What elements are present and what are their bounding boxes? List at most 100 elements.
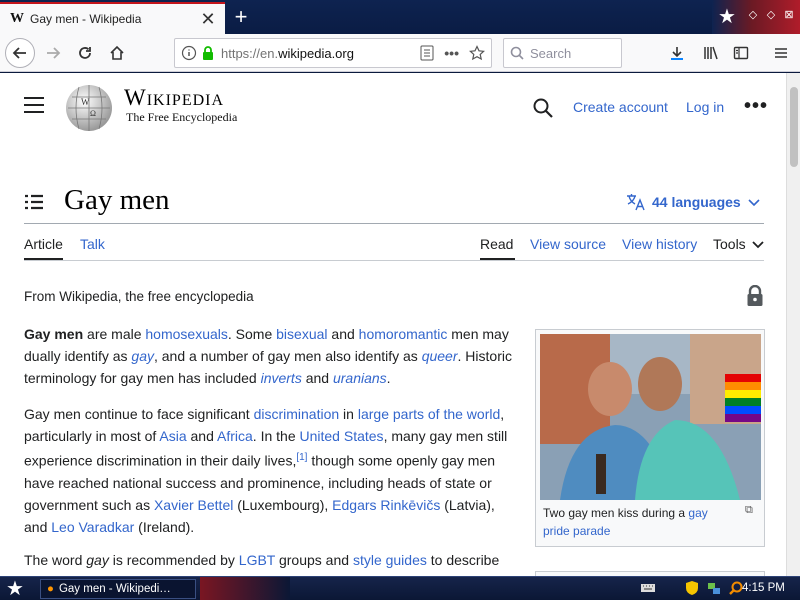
home-icon [110,45,124,60]
text: and [186,428,217,444]
hamburger-menu-icon [775,48,787,58]
network-icon[interactable] [706,580,722,596]
site-sub: From Wikipedia, the free encyclopedia [24,289,254,304]
log-in-link[interactable]: Log in [686,99,724,115]
link-gay[interactable]: gay [131,348,154,364]
bookmark-star-icon[interactable] [469,45,485,61]
tools-dropdown[interactable]: Tools [713,236,765,252]
text: and [301,370,333,386]
wikipedia-wordmark[interactable]: Wikipedia [124,85,224,111]
forward-button[interactable] [38,38,68,68]
text: (Ireland). [134,518,195,535]
close-window-icon[interactable]: ⊠ [782,8,796,22]
url-text[interactable]: https://en.wikipedia.org [221,46,420,61]
text: . [386,370,391,386]
tab-view-history[interactable]: View history [622,236,697,252]
os-taskbar: ★ ● Gay men - Wikipedi… 4:15 PM [0,576,800,600]
link-asia[interactable]: Asia [159,428,186,444]
link-bisexual[interactable]: bisexual [276,326,327,342]
link-inverts-text: inverts [260,370,302,386]
url-prefix: https://en. [221,45,279,61]
tab-view-source[interactable]: View source [530,236,606,252]
page-scrollbar[interactable] [786,73,800,576]
scrollbar-thumb[interactable] [790,87,798,167]
tab-article[interactable]: Article [24,236,63,252]
link-inverts[interactable]: inverts [261,370,302,386]
wikipedia-favicon-icon: W [10,11,24,26]
padlock-icon[interactable] [746,285,764,307]
text: , and a number of gay men also identify … [153,348,422,364]
link-queer[interactable]: queer [422,348,458,364]
main-menu-icon[interactable] [24,97,44,115]
svg-text:Ω: Ω [90,109,96,118]
svg-text:W: W [81,97,90,107]
downloads-button[interactable] [662,38,692,68]
languages-button[interactable]: 44 languages [626,193,761,211]
infobox: Two gay men kiss during a gay pride para… [535,329,765,547]
link-edgars-rinkevics[interactable]: Edgars Rinkēvičs [332,497,440,513]
table-of-contents-icon[interactable] [24,194,44,210]
new-tab-button[interactable]: + [228,4,254,30]
reload-button[interactable] [70,38,100,68]
home-button[interactable] [102,38,132,68]
search-placeholder: Search [530,45,572,61]
close-tab-icon[interactable]: ✕ [197,8,219,30]
search-icon[interactable] [532,97,554,119]
link-homoromantic[interactable]: homoromantic [359,326,448,342]
chevron-down-icon [748,199,760,207]
forward-arrow-icon [47,47,61,59]
back-button[interactable] [5,38,35,68]
maximize-icon[interactable]: ◇ [764,8,778,22]
app-menu-button[interactable] [766,38,796,68]
taskbar-item-firefox[interactable]: ● Gay men - Wikipedi… [40,579,196,599]
library-button[interactable] [696,38,726,68]
firefox-icon: ● [47,583,54,595]
info-icon[interactable] [181,45,197,61]
text: The word [24,552,87,568]
url-bar[interactable]: https://en.wikipedia.org ••• [174,38,492,68]
link-discrimination[interactable]: discrimination [254,406,340,422]
wikipedia-tagline: The Free Encyclopedia [126,110,238,124]
photo-illustration [540,334,761,500]
navigation-toolbar: https://en.wikipedia.org ••• Search [0,34,800,72]
link-large-parts[interactable]: large parts of the world [358,406,500,422]
more-options-icon[interactable]: ••• [744,95,768,118]
reader-view-icon[interactable] [420,45,434,61]
search-bar[interactable]: Search [503,38,622,68]
infobox-photo[interactable] [540,334,761,500]
link-lgbt[interactable]: LGBT [239,552,275,568]
tab-talk[interactable]: Talk [80,236,105,252]
text: are male [83,326,146,342]
wikipedia-page: W Ω Wikipedia The Free Encyclopedia Crea… [0,73,786,576]
link-style-guides[interactable]: style guides [353,552,427,568]
start-star-icon[interactable]: ★ [6,578,24,600]
link-homosexuals[interactable]: homosexuals [145,326,228,342]
link-uranians[interactable]: uranians [333,370,387,386]
library-icon [704,46,718,60]
window-controls: ◇ ◇ ⊠ [746,8,796,22]
taskbar-clock[interactable]: 4:15 PM [742,582,785,594]
create-account-link[interactable]: Create account [573,99,668,115]
minimize-icon[interactable]: ◇ [746,8,760,22]
text: in [339,406,358,422]
page-actions-icon[interactable]: ••• [444,45,459,61]
download-icon [671,47,683,60]
tab-read[interactable]: Read [480,236,513,252]
link-xavier-bettel[interactable]: Xavier Bettel [154,497,233,513]
back-arrow-icon [12,47,26,59]
security-shield-icon[interactable] [684,580,700,596]
citation-1[interactable]: [1] [296,452,307,463]
text: is recommended by [108,552,239,568]
link-leo-varadkar[interactable]: Leo Varadkar [51,519,134,535]
intro-paragraph-1: Gay men are male homosexuals. Some bisex… [24,323,514,389]
sidebar-button[interactable] [726,38,756,68]
search-icon [510,46,524,60]
link-united-states[interactable]: United States [300,428,384,444]
keyboard-icon[interactable] [640,580,656,596]
link-africa[interactable]: Africa [217,428,253,444]
tab-strip: W Gay men - Wikipedia ✕ + ★ ◇ ◇ ⊠ [0,0,800,34]
lock-icon[interactable] [201,45,215,61]
wikipedia-globe-logo-icon[interactable]: W Ω [64,83,114,133]
enlarge-icon[interactable]: ⧉ [745,504,753,517]
browser-tab-active[interactable]: W Gay men - Wikipedia ✕ [0,2,225,34]
